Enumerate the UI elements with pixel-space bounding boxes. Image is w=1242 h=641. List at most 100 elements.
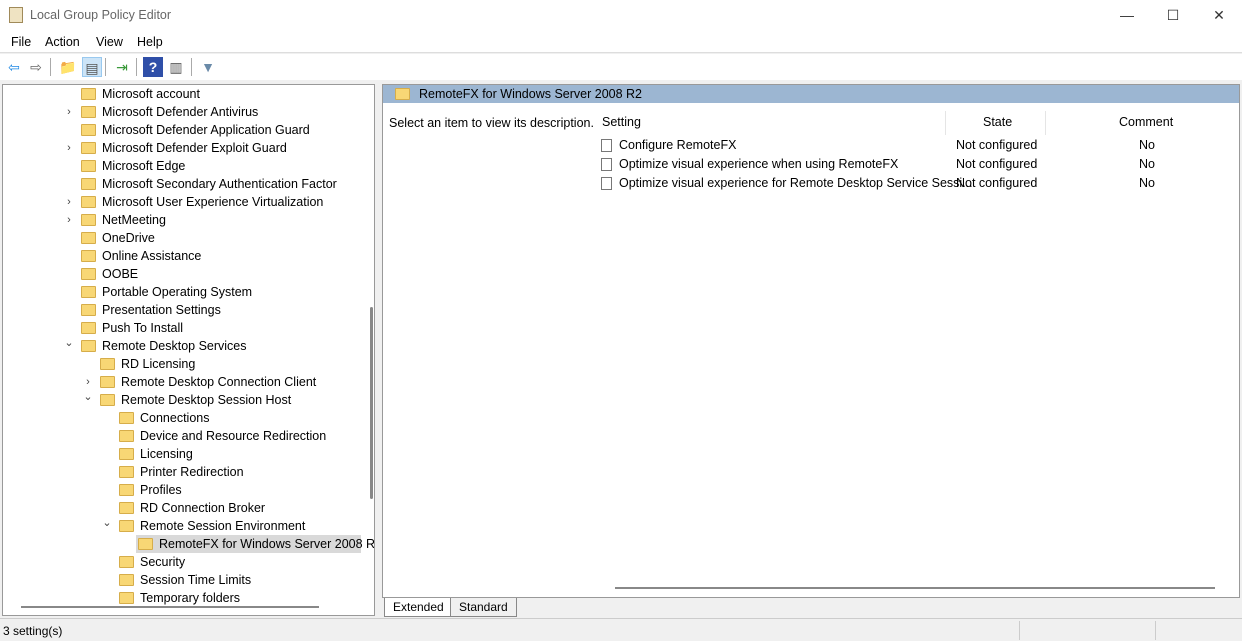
column-header-setting[interactable]: Setting [602, 115, 641, 129]
expand-chevron-icon[interactable]: › [63, 193, 75, 211]
tree-item[interactable]: Connections [117, 409, 374, 427]
tree-item-label: RemoteFX for Windows Server 2008 R2 [159, 537, 375, 551]
tree-item[interactable]: › NetMeeting [67, 211, 374, 229]
folder-icon [81, 196, 96, 208]
tree-item[interactable]: › Remote Desktop Connection Client [86, 373, 374, 391]
minimize-button[interactable]: — [1104, 0, 1150, 31]
tree-item-label: Microsoft account [102, 87, 200, 101]
details-pane: RemoteFX for Windows Server 2008 R2 Sele… [382, 84, 1240, 598]
tree-item-label: Microsoft Defender Antivirus [102, 105, 259, 119]
menu-file[interactable]: File [11, 35, 31, 49]
tree-item[interactable]: › Microsoft User Experience Virtualizatio… [67, 193, 374, 211]
details-horizontal-scrollbar[interactable] [615, 587, 1215, 589]
tree-item[interactable]: Microsoft Defender Application Guard [79, 121, 374, 139]
tree-item-label: Online Assistance [102, 249, 202, 263]
tree-item-label: Microsoft User Experience Virtualization [102, 195, 324, 209]
column-divider[interactable] [945, 111, 946, 135]
tree-item-label: Microsoft Defender Exploit Guard [102, 141, 287, 155]
collapse-chevron-icon[interactable]: ⌄ [101, 514, 113, 532]
policy-setting-icon [601, 177, 612, 190]
close-button[interactable]: ✕ [1196, 0, 1242, 31]
tree-item[interactable]: Portable Operating System [79, 283, 374, 301]
tree-item-label: Remote Desktop Services [102, 339, 247, 353]
folder-icon [119, 520, 134, 532]
folder-icon [81, 250, 96, 262]
tree-item[interactable]: Presentation Settings [79, 301, 374, 319]
toolbar-separator [50, 58, 51, 76]
tree-horizontal-scrollbar[interactable] [21, 606, 319, 608]
tree-item[interactable]: Session Time Limits [117, 571, 374, 589]
column-header-state[interactable]: State [983, 115, 1012, 129]
column-header-comment[interactable]: Comment [1119, 115, 1173, 129]
folder-icon [119, 592, 134, 604]
help-icon[interactable]: ? [143, 57, 163, 77]
tab-standard[interactable]: Standard [450, 598, 517, 617]
tree-item[interactable]: › Microsoft Defender Exploit Guard [67, 139, 374, 157]
collapse-chevron-icon[interactable]: ⌄ [63, 334, 75, 352]
tree-item[interactable]: RD Connection Broker [117, 499, 374, 517]
tree-item-label: Session Time Limits [140, 573, 252, 587]
folder-icon [100, 358, 115, 370]
tree-item[interactable]: RD Licensing [98, 355, 374, 373]
show-action-pane-icon[interactable]: ▥ [166, 57, 186, 77]
expand-chevron-icon[interactable]: › [63, 139, 75, 157]
tree-item[interactable]: RemoteFX for Windows Server 2008 R2 [136, 535, 374, 553]
up-folder-icon[interactable]: 📁 [58, 57, 78, 77]
tree-item-label: Security [140, 555, 186, 569]
back-icon[interactable]: ⇦ [4, 57, 24, 77]
expand-chevron-icon[interactable]: › [63, 211, 75, 229]
tree-item[interactable]: Security [117, 553, 374, 571]
tree-item[interactable]: OOBE [79, 265, 374, 283]
folder-icon [395, 88, 410, 100]
tree-item-label: Portable Operating System [102, 285, 253, 299]
tree-item[interactable]: Licensing [117, 445, 374, 463]
tree-item[interactable]: ⌄ Remote Desktop Session Host [83, 391, 374, 409]
menu-view[interactable]: View [96, 35, 123, 49]
tree-vertical-scrollbar[interactable] [370, 307, 373, 499]
tree-item-label: Printer Redirection [140, 465, 244, 479]
tree-item-label: Microsoft Edge [102, 159, 186, 173]
status-divider [1155, 621, 1156, 640]
folder-icon [81, 340, 96, 352]
folder-icon [81, 304, 96, 316]
setting-row[interactable]: Configure RemoteFX Not configured No [601, 136, 1241, 155]
filter-icon[interactable]: ▼ [198, 57, 218, 77]
tree-item-label: Remote Session Environment [140, 519, 306, 533]
tree-item[interactable]: Online Assistance [79, 247, 374, 265]
tree-item[interactable]: Push To Install [79, 319, 374, 337]
tree-item[interactable]: Device and Resource Redirection [117, 427, 374, 445]
forward-icon[interactable]: ⇨ [26, 57, 46, 77]
export-list-icon[interactable]: ⇥ [112, 57, 132, 77]
description-text: Select an item to view its description. [389, 116, 594, 130]
toolbar: ⇦ ⇨ 📁 ▤ ⇥? ▥ ▼ [0, 54, 1242, 80]
tree-item[interactable]: OneDrive [79, 229, 374, 247]
expand-chevron-icon[interactable]: › [63, 103, 75, 121]
folder-icon [81, 286, 96, 298]
status-divider [1019, 621, 1020, 640]
tree-item[interactable]: Microsoft Secondary Authentication Facto… [79, 175, 374, 193]
maximize-button[interactable]: ☐ [1150, 0, 1196, 31]
column-divider[interactable] [1045, 111, 1046, 135]
tree-item-label: RD Licensing [121, 357, 196, 371]
setting-name: Optimize visual experience when using Re… [619, 157, 899, 171]
folder-icon [119, 574, 134, 586]
tree-item[interactable]: Profiles [117, 481, 374, 499]
tree-item[interactable]: ⌄ Remote Session Environment [102, 517, 374, 535]
tree-item[interactable]: › Microsoft Defender Antivirus [67, 103, 374, 121]
setting-row[interactable]: Optimize visual experience when using Re… [601, 155, 1241, 174]
app-icon [9, 7, 23, 23]
tab-extended[interactable]: Extended [384, 598, 453, 617]
show-hide-tree-icon[interactable]: ▤ [82, 57, 102, 77]
title-bar: Local Group Policy Editor — ☐ ✕ [0, 0, 1242, 31]
folder-icon [81, 322, 96, 334]
tree-item[interactable]: Microsoft Edge [79, 157, 374, 175]
menu-help[interactable]: Help [137, 35, 163, 49]
policy-setting-icon [601, 158, 612, 171]
collapse-chevron-icon[interactable]: ⌄ [82, 388, 94, 406]
tree-item[interactable]: Printer Redirection [117, 463, 374, 481]
tree-item[interactable]: Microsoft account [79, 85, 374, 103]
menu-action[interactable]: Action [45, 35, 80, 49]
tree-item[interactable]: ⌄ Remote Desktop Services [64, 337, 374, 355]
tree-item[interactable]: Temporary folders [117, 589, 374, 607]
setting-row[interactable]: Optimize visual experience for Remote De… [601, 174, 1241, 193]
